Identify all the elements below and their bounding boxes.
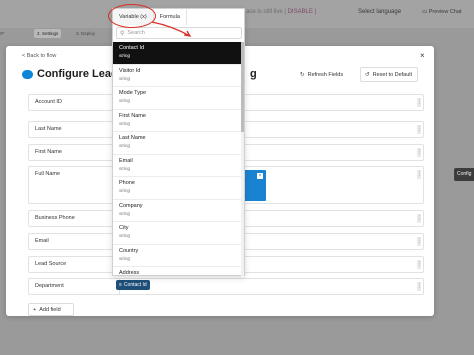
add-field-label: Add field	[39, 306, 61, 313]
modal-title: Configure Leads	[37, 68, 124, 80]
department-contact-id-token[interactable]: ≡ Contact Id	[116, 280, 150, 290]
configure-side-button: Config	[454, 168, 474, 181]
token-label: Contact Id	[123, 282, 147, 288]
item-name: Country	[119, 247, 139, 254]
field-label: Email	[35, 238, 49, 244]
field-menu-icon[interactable]: ⋮	[417, 170, 422, 179]
step-deploy: 3. Deploy	[76, 31, 96, 36]
step-settings: 2. Settings	[34, 29, 62, 38]
field-menu-icon[interactable]: ⋮	[417, 214, 422, 223]
item-name: Email	[119, 157, 133, 164]
scrollbar-thumb[interactable]	[241, 42, 244, 132]
field-menu-icon[interactable]: ⋮	[417, 237, 422, 246]
item-type: string	[119, 75, 131, 81]
add-field-button[interactable]: + Add field	[28, 303, 74, 316]
item-type: string	[119, 120, 131, 126]
list-item[interactable]: Visitor Id string	[113, 65, 243, 87]
item-name: City	[119, 225, 129, 231]
item-type: string	[119, 98, 131, 103]
list-item[interactable]: Contact Id string	[113, 42, 243, 65]
remove-token-icon[interactable]: ×	[257, 173, 263, 179]
full-name-token-block[interactable]: ×	[242, 170, 266, 201]
item-type: string	[119, 188, 131, 193]
item-name: Address	[119, 270, 140, 276]
item-name: Contact Id	[119, 45, 145, 51]
item-name: First Name	[119, 112, 146, 119]
item-name: Company	[119, 202, 143, 209]
list-item[interactable]: Phone string	[113, 177, 243, 200]
salesforce-cloud-icon	[22, 69, 33, 79]
search-icon: ⚲	[120, 30, 125, 37]
reset-to-default-button[interactable]: ↺ Reset to Default	[360, 67, 418, 82]
item-name: Visitor Id	[119, 67, 141, 74]
field-department[interactable]: Department ⋮	[28, 278, 424, 295]
list-scrollbar[interactable]	[241, 42, 244, 277]
refresh-fields-label: Refresh Fields	[307, 71, 344, 78]
back-to-flow-link[interactable]: < Back to flow	[22, 53, 56, 59]
close-icon[interactable]: ×	[420, 51, 425, 60]
item-name: Mode Type	[119, 90, 147, 96]
list-item[interactable]: Mode Type string	[113, 87, 243, 110]
item-name: Last Name	[119, 135, 146, 141]
item-type: string	[119, 233, 131, 238]
refresh-fields-button[interactable]: ↻ Refresh Fields	[296, 67, 351, 82]
list-item[interactable]: Company string	[113, 200, 243, 222]
item-name: Phone	[119, 180, 135, 186]
list-item[interactable]: First Name string	[113, 110, 243, 132]
field-menu-icon[interactable]: ⋮	[417, 148, 422, 157]
refresh-icon: ↻	[300, 71, 305, 78]
field-label: Department	[35, 283, 64, 289]
field-menu-icon[interactable]: ⋮	[417, 260, 422, 269]
list-item[interactable]: Last Name string	[113, 132, 243, 155]
field-value-input[interactable]	[119, 279, 423, 294]
variable-icon: ≡	[119, 282, 122, 288]
annotation-arrow	[151, 21, 192, 37]
disable-link: DISABLE |	[287, 9, 317, 15]
field-menu-icon[interactable]: ⋮	[417, 125, 422, 134]
field-label: Last Name	[35, 126, 62, 132]
list-item[interactable]: Country string	[113, 245, 243, 267]
item-type: string	[119, 53, 131, 58]
list-item[interactable]: Address	[113, 267, 243, 277]
modal-title-tail: g	[250, 68, 257, 80]
field-label: Business Phone	[35, 215, 75, 221]
item-type: string	[119, 165, 131, 171]
annotation-circle	[108, 4, 156, 28]
list-item[interactable]: Email string	[113, 155, 243, 177]
field-menu-icon[interactable]: ⋮	[417, 282, 422, 291]
field-label: Account ID	[35, 99, 62, 105]
variable-picker-popover: Variable (x) Formula ⚲ Contact Idstring …	[112, 8, 245, 277]
field-menu-icon[interactable]: ⋮	[417, 98, 422, 107]
plus-icon: +	[33, 306, 37, 313]
background-notice: ace is still live | DISABLE |	[246, 9, 317, 15]
language-select: Select language	[358, 9, 402, 15]
field-label: Full Name	[35, 171, 61, 177]
modal-title-row: Configure Leads	[22, 68, 124, 80]
reset-label: Reset to Default	[372, 71, 413, 78]
item-type: string	[119, 255, 131, 261]
variable-list: Contact Id string Visitor Id string Mode T…	[113, 42, 243, 277]
item-type: string	[119, 210, 131, 216]
preview-chat-button: ▭ Preview Chat	[422, 9, 462, 15]
field-label: Lead Source	[35, 261, 67, 267]
reset-icon: ↺	[365, 71, 370, 78]
field-label: First Name	[35, 149, 62, 155]
list-item[interactable]: City string	[113, 222, 243, 245]
item-type: string	[119, 143, 131, 148]
